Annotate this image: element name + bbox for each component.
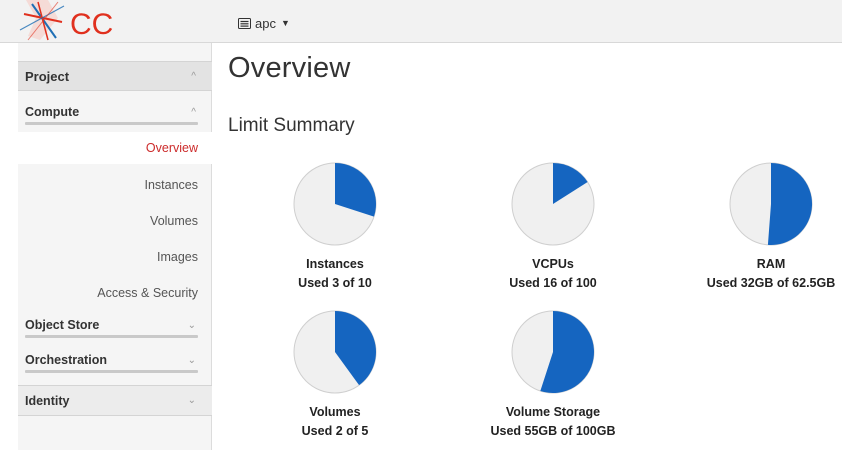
chevron-down-icon: ⌄ <box>187 395 196 406</box>
sidebar-item-instances[interactable]: Instances <box>18 169 212 201</box>
sidebar-item-label: Overview <box>145 141 198 155</box>
sidebar-item-label: Instances <box>144 178 198 192</box>
cc-logo[interactable]: CC <box>18 0 138 42</box>
quota-usage: Used 55GB of 100GB <box>490 424 616 438</box>
sidebar-header-label: Orchestration <box>25 353 107 367</box>
sidebar-item-volumes[interactable]: Volumes <box>18 205 212 237</box>
caret-down-icon: ▼ <box>280 18 290 28</box>
quota-volume-storage: Volume Storage Used 55GB of 100GB <box>473 308 633 438</box>
quota-volumes: Volumes Used 2 of 5 <box>255 308 415 438</box>
sidebar-header-label: Object Store <box>25 318 100 332</box>
sidebar: Project ^ Compute ^ Overview Instances V… <box>18 43 212 450</box>
section-divider <box>25 335 198 338</box>
quota-ram: RAM Used 32GB of 62.5GB <box>691 160 842 290</box>
quota-name: Instances <box>306 257 364 271</box>
sidebar-item-label: Volumes <box>150 214 198 228</box>
sidebar-header-label: Identity <box>25 393 70 408</box>
quota-name: RAM <box>756 257 786 271</box>
project-switcher-label: apc <box>255 15 276 31</box>
quota-name: Volumes <box>309 405 361 419</box>
section-title: Limit Summary <box>228 115 355 136</box>
section-divider <box>25 370 198 373</box>
sidebar-item-images[interactable]: Images <box>18 241 212 273</box>
quota-usage: Used 16 of 100 <box>509 276 597 290</box>
logo-text: CC <box>70 8 113 41</box>
sidebar-header-compute[interactable]: Compute ^ <box>18 96 212 128</box>
quota-name: Volume Storage <box>505 405 601 419</box>
sidebar-item-access-security[interactable]: Access & Security <box>18 277 212 309</box>
sidebar-header-label: Compute <box>25 105 80 119</box>
app-window: CC apc ▼ Project ^ Compute ^ Overview In… <box>0 0 842 450</box>
chevron-up-icon: ^ <box>191 106 196 118</box>
section-divider <box>25 122 198 125</box>
sidebar-item-label: Images <box>157 250 198 264</box>
pie-used-slice <box>767 162 813 245</box>
sidebar-header-object-store[interactable]: Object Store ⌄ <box>18 309 212 341</box>
quota-pie-chart <box>511 162 595 246</box>
top-navbar: CC apc ▼ <box>0 0 842 43</box>
quota-usage: Used 32GB of 62.5GB <box>706 276 836 290</box>
sidebar-header-identity[interactable]: Identity ⌄ <box>18 385 212 416</box>
server-icon <box>238 17 251 29</box>
quota-name: VCPUs <box>532 257 574 271</box>
quota-usage: Used 2 of 5 <box>301 424 369 438</box>
quota-usage: Used 3 of 10 <box>298 276 372 290</box>
sidebar-header-label: Project <box>25 68 70 84</box>
project-switcher[interactable]: apc ▼ <box>238 14 290 32</box>
quota-pie-chart <box>293 162 377 246</box>
quota-pie-chart <box>729 162 813 246</box>
quota-pie-chart <box>293 310 377 394</box>
quota-pie-chart <box>511 310 595 394</box>
sidebar-header-orchestration[interactable]: Orchestration ⌄ <box>18 344 212 376</box>
page-title: Overview <box>228 52 351 84</box>
sidebar-header-project[interactable]: Project ^ <box>18 61 212 91</box>
chevron-up-icon: ^ <box>191 70 196 82</box>
chevron-down-icon: ⌄ <box>187 319 196 331</box>
sidebar-item-label: Access & Security <box>97 286 198 300</box>
quota-instances: Instances Used 3 of 10 <box>255 160 415 290</box>
sidebar-item-overview[interactable]: Overview <box>18 132 212 164</box>
quota-vcpus: VCPUs Used 16 of 100 <box>473 160 633 290</box>
chevron-down-icon: ⌄ <box>187 354 196 366</box>
